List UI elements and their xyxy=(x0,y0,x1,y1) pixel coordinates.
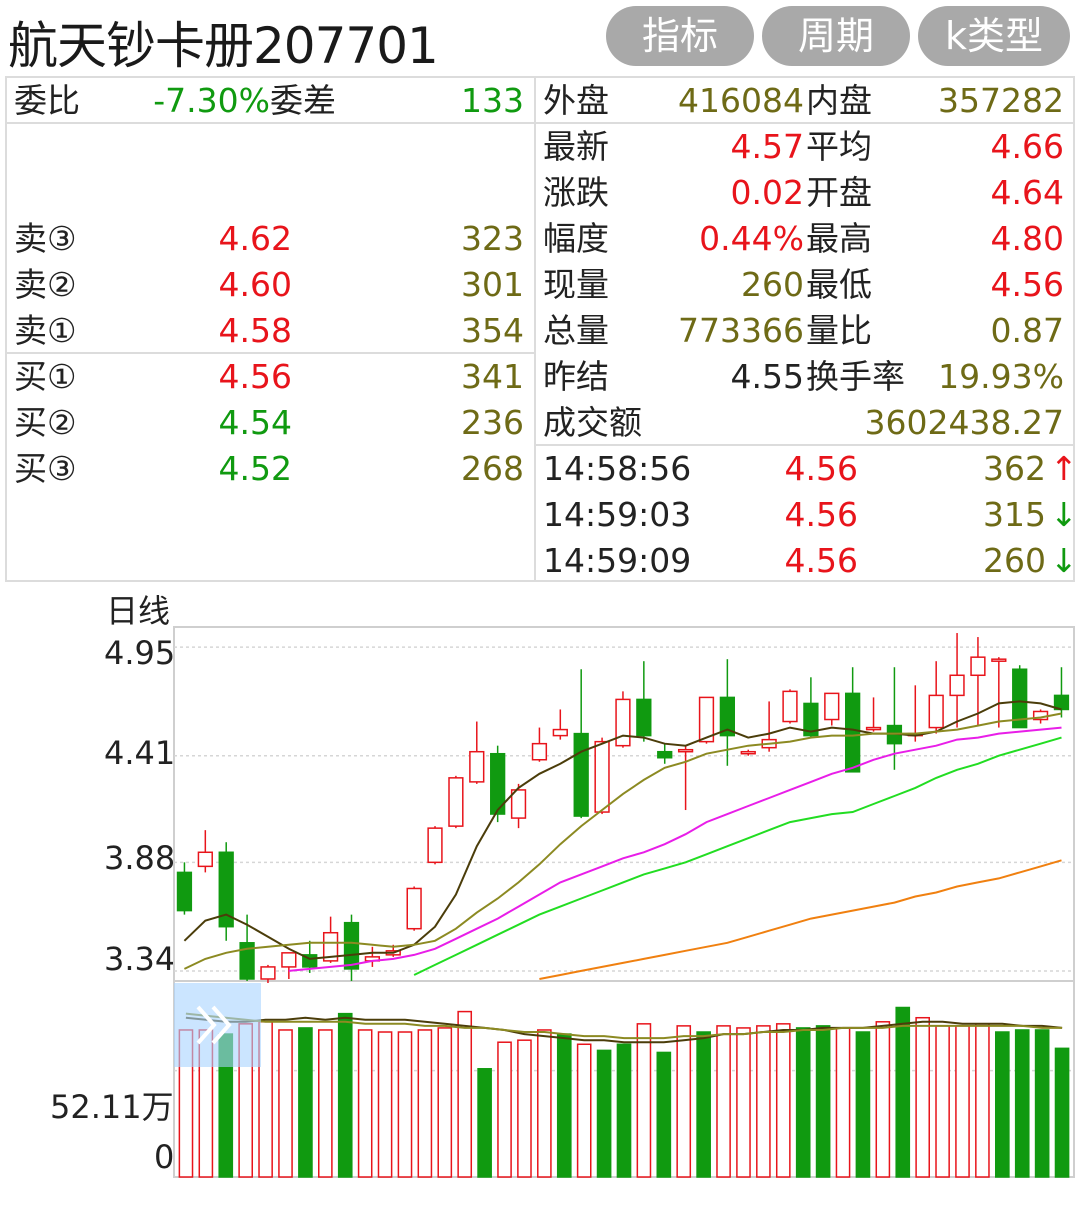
candle-body xyxy=(636,698,652,737)
volume-bar xyxy=(477,1068,492,1178)
volume-bar xyxy=(696,1031,711,1178)
volume-bar xyxy=(437,1027,453,1178)
kline-chart[interactable] xyxy=(0,0,1080,1216)
candle-body xyxy=(657,750,673,759)
volume-bar xyxy=(1034,1029,1050,1178)
candle-body xyxy=(448,777,464,827)
volume-bar xyxy=(298,1027,313,1178)
volume-bar xyxy=(855,1031,871,1178)
expand-handle[interactable] xyxy=(174,983,261,1067)
volume-bar xyxy=(935,1025,950,1178)
volume-bar xyxy=(1014,1029,1030,1178)
volume-bar xyxy=(337,1012,353,1178)
volume-bar xyxy=(895,1006,911,1178)
volume-bar xyxy=(716,1025,731,1178)
candle-body xyxy=(469,750,485,783)
volume-bar xyxy=(756,1025,771,1178)
volume-bars xyxy=(178,1006,1070,1178)
candle-body xyxy=(782,690,798,723)
candle-body xyxy=(594,740,610,813)
candle-body xyxy=(552,728,568,737)
volume-bar xyxy=(775,1023,791,1178)
volume-bar xyxy=(556,1033,572,1178)
volume-bar xyxy=(616,1043,632,1178)
volume-bar xyxy=(278,1029,293,1178)
candle-body xyxy=(865,726,882,731)
volume-ma-line xyxy=(185,1012,1063,1040)
candle-body xyxy=(260,966,276,980)
candle-body xyxy=(949,674,965,697)
volume-bar xyxy=(517,1039,532,1178)
volume-bar xyxy=(397,1031,413,1178)
volume-bar xyxy=(994,1031,1010,1178)
candle-body xyxy=(677,748,694,753)
volume-bar xyxy=(676,1025,692,1178)
volume-bar xyxy=(915,1016,930,1178)
candles xyxy=(176,633,1070,984)
volume-bar xyxy=(537,1029,552,1178)
volume-bar xyxy=(457,1010,473,1178)
candle-body xyxy=(970,656,986,677)
candle-body xyxy=(176,871,193,912)
candle-body xyxy=(406,887,422,930)
volume-bar xyxy=(875,1021,891,1178)
volume-bar xyxy=(656,1051,672,1178)
candle-body xyxy=(197,851,213,868)
volume-bar xyxy=(377,1031,393,1178)
candle-body xyxy=(615,698,631,747)
volume-bar xyxy=(636,1023,652,1178)
price-chart-frame xyxy=(173,626,1075,982)
volume-bar xyxy=(795,1027,811,1178)
candle-body xyxy=(281,952,297,968)
candle-body xyxy=(427,827,443,864)
candle-body xyxy=(343,921,360,970)
candle-body xyxy=(573,732,589,817)
expand-handle-bg[interactable] xyxy=(174,983,261,1067)
price-ma-line xyxy=(183,712,1062,970)
volume-bar xyxy=(736,1027,751,1178)
volume-bar xyxy=(497,1041,512,1178)
candle-body xyxy=(991,658,1007,662)
volume-bar xyxy=(417,1029,433,1178)
volume-bar xyxy=(835,1027,851,1178)
candle-body xyxy=(824,692,840,721)
volume-bar xyxy=(318,1029,333,1178)
candle-body xyxy=(531,742,548,761)
volume-ma-lines xyxy=(185,1012,1063,1044)
volume-bar xyxy=(975,1023,990,1178)
volume-bar xyxy=(815,1025,831,1178)
volume-bar xyxy=(576,1043,592,1178)
volume-bar xyxy=(357,1029,373,1178)
price-ma-line xyxy=(539,859,1062,980)
volume-bar xyxy=(596,1049,612,1178)
candle-body xyxy=(740,750,756,755)
volume-bar xyxy=(1054,1047,1070,1178)
candle-body xyxy=(845,692,861,773)
candle-body xyxy=(928,694,944,729)
volume-bar xyxy=(955,1025,970,1178)
